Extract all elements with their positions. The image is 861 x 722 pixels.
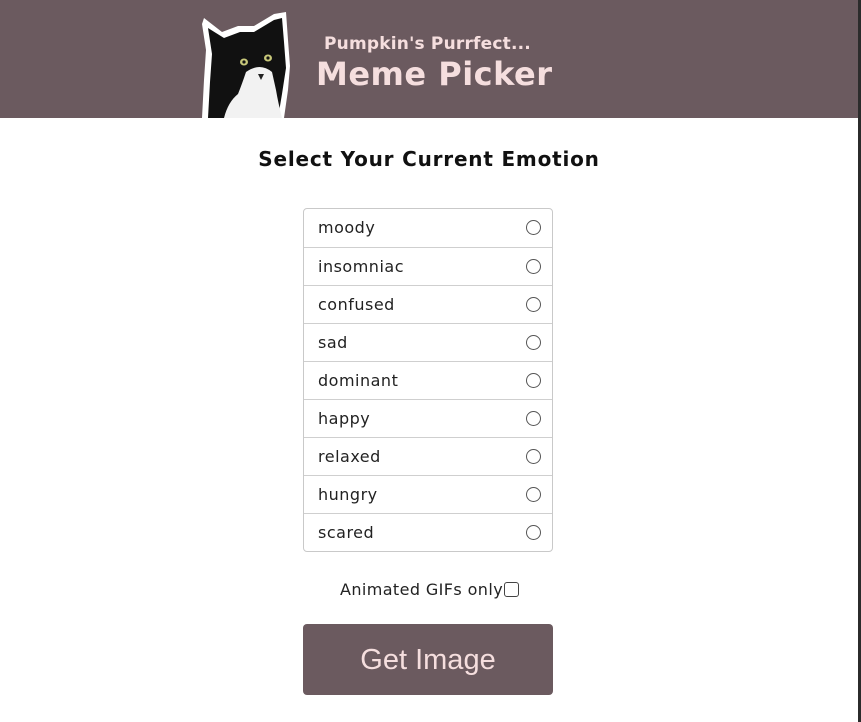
emotion-radio[interactable]	[526, 487, 541, 502]
emotion-label: moody	[318, 218, 376, 237]
emotion-radio[interactable]	[526, 297, 541, 312]
emotion-radio[interactable]	[526, 335, 541, 350]
emotion-option-sad[interactable]: sad	[304, 323, 552, 361]
gif-only-checkbox[interactable]	[504, 582, 519, 597]
gif-only-toggle[interactable]: Animated GIFs only	[340, 580, 519, 600]
emotion-radio-group: moody insomniac confused sad dominant ha…	[303, 208, 553, 552]
emotion-option-relaxed[interactable]: relaxed	[304, 437, 552, 475]
header-subtitle: Pumpkin's Purrfect...	[324, 34, 531, 54]
emotion-radio[interactable]	[526, 525, 541, 540]
emotion-radio[interactable]	[526, 220, 541, 235]
emotion-label: happy	[318, 409, 371, 428]
emotion-option-moody[interactable]: moody	[304, 209, 552, 247]
emotion-option-hungry[interactable]: hungry	[304, 475, 552, 513]
emotion-option-happy[interactable]: happy	[304, 399, 552, 437]
get-image-button[interactable]: Get Image	[303, 624, 553, 695]
emotion-label: confused	[318, 295, 395, 314]
emotion-label: sad	[318, 333, 348, 352]
emotion-option-dominant[interactable]: dominant	[304, 361, 552, 399]
cat-image	[202, 12, 290, 118]
gif-only-label: Animated GIFs only	[340, 580, 504, 599]
emotion-label: relaxed	[318, 447, 381, 466]
page-heading: Select Your Current Emotion	[258, 147, 600, 171]
app-header: Pumpkin's Purrfect... Meme Picker	[0, 0, 858, 118]
emotion-option-insomniac[interactable]: insomniac	[304, 247, 552, 285]
emotion-label: scared	[318, 523, 375, 542]
cat-logo	[198, 10, 294, 118]
emotion-radio[interactable]	[526, 373, 541, 388]
emotion-label: hungry	[318, 485, 378, 504]
emotion-radio[interactable]	[526, 259, 541, 274]
emotion-radio[interactable]	[526, 449, 541, 464]
emotion-option-scared[interactable]: scared	[304, 513, 552, 551]
emotion-label: dominant	[318, 371, 399, 390]
header-title: Meme Picker	[316, 55, 553, 93]
emotion-label: insomniac	[318, 257, 404, 276]
emotion-option-confused[interactable]: confused	[304, 285, 552, 323]
emotion-radio[interactable]	[526, 411, 541, 426]
